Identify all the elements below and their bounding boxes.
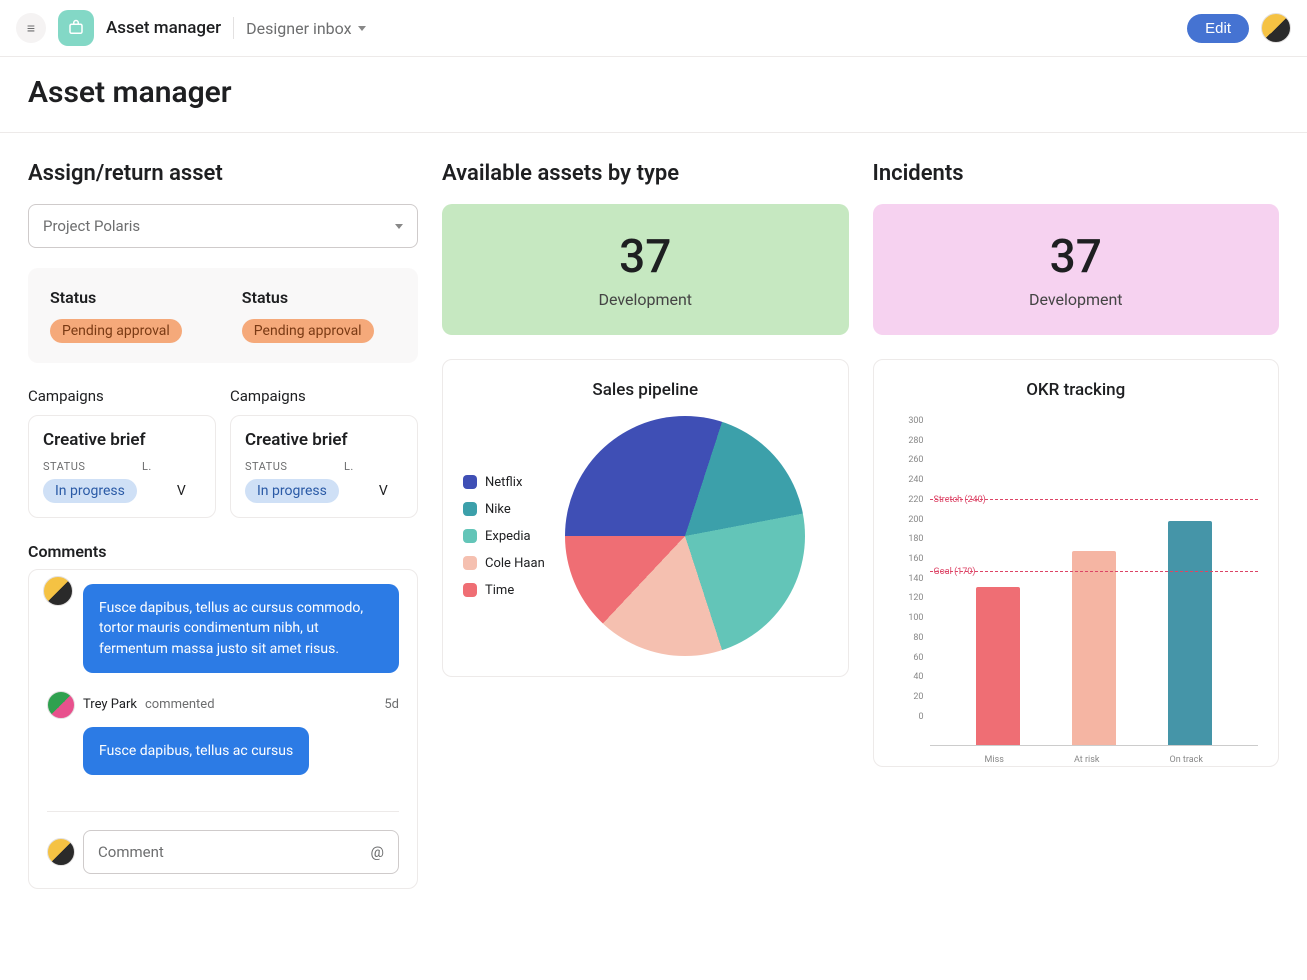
incidents-count: 37	[883, 230, 1270, 284]
incidents-title: Incidents	[873, 161, 1280, 186]
comment-header: Trey Park commented 5d	[47, 691, 399, 719]
pie-chart	[565, 416, 805, 656]
commenter-avatar	[47, 691, 75, 719]
comments-title: Comments	[28, 542, 418, 561]
comment-bubble: Fusce dapibus, tellus ac cursus	[83, 727, 309, 775]
incidents-sub: Development	[883, 290, 1270, 309]
legend-label: Expedia	[485, 529, 531, 544]
assets-sub: Development	[452, 290, 839, 309]
project-select[interactable]: Project Polaris	[28, 204, 418, 248]
column-left: Assign/return asset Project Polaris Stat…	[28, 161, 418, 889]
divider	[47, 811, 399, 812]
stretch-line: Stretch (240)	[930, 499, 1259, 500]
page-title: Asset manager	[28, 75, 1279, 110]
current-user-avatar	[47, 838, 75, 866]
page-title-bar: Asset manager	[0, 57, 1307, 133]
comments-box: Fusce dapibus, tellus ac cursus commodo,…	[28, 569, 418, 889]
campaigns-row: Campaigns Creative brief STATUS L. In pr…	[28, 387, 418, 518]
pie-legend: Netflix Nike Expedia Cole Haan Time	[463, 475, 545, 598]
legend-label: Netflix	[485, 475, 522, 490]
inbox-label: Designer inbox	[246, 19, 351, 38]
comment-input-row: Comment @	[47, 830, 399, 874]
legend-item: Expedia	[463, 529, 545, 544]
legend-item: Netflix	[463, 475, 545, 490]
status-label: Status	[242, 288, 374, 307]
edit-button[interactable]: Edit	[1187, 14, 1249, 43]
brief-l-value: V	[379, 483, 388, 499]
goal-line: Goal (170)	[930, 571, 1259, 572]
pie-chart-title: Sales pipeline	[463, 380, 828, 400]
status-badge: Pending approval	[242, 319, 374, 343]
comment-input[interactable]: Comment @	[83, 830, 399, 874]
bar-ontrack	[1168, 521, 1212, 745]
brief-status-header: STATUS	[43, 460, 102, 473]
brief-title: Creative brief	[43, 430, 201, 450]
app-title: Asset manager	[106, 18, 221, 38]
divider	[233, 17, 234, 39]
pie-chart-card: Sales pipeline Netflix Nike Expedia Cole…	[442, 359, 849, 677]
user-avatar[interactable]	[1261, 13, 1291, 43]
mention-icon[interactable]: @	[371, 843, 384, 861]
project-select-value: Project Polaris	[43, 217, 140, 235]
column-mid: Available assets by type 37 Development …	[442, 161, 849, 677]
campaigns-label: Campaigns	[28, 387, 216, 405]
bar-chart-title: OKR tracking	[894, 380, 1259, 400]
assets-title: Available assets by type	[442, 161, 849, 186]
commenter-avatar	[43, 576, 73, 606]
legend-label: Cole Haan	[485, 556, 545, 571]
chevron-down-icon	[395, 224, 403, 229]
status-badge: Pending approval	[50, 319, 182, 343]
column-right: Incidents 37 Development OKR tracking 30…	[873, 161, 1280, 767]
bar-atrisk	[1072, 551, 1116, 745]
bar-miss	[976, 587, 1020, 745]
bar-chart-card: OKR tracking 300280260240220200180160140…	[873, 359, 1280, 767]
chevron-down-icon	[358, 26, 366, 31]
assign-title: Assign/return asset	[28, 161, 418, 186]
legend-label: Time	[485, 583, 514, 598]
brief-card[interactable]: Creative brief STATUS L. In progress V	[28, 415, 216, 518]
hamburger-icon[interactable]: ≡	[16, 13, 46, 43]
incidents-stat-card: 37 Development	[873, 204, 1280, 335]
bar-x-axis: Miss At risk On track	[930, 755, 1259, 765]
content: Assign/return asset Project Polaris Stat…	[0, 133, 1307, 917]
app-logo-icon	[58, 10, 94, 46]
bar-plot-area: Stretch (240) Goal (170) Miss At risk On…	[930, 416, 1259, 746]
legend-item: Nike	[463, 502, 545, 517]
x-label: At risk	[1074, 755, 1099, 765]
stretch-label: Stretch (240)	[934, 495, 986, 505]
assets-count: 37	[452, 230, 839, 284]
brief-l-value: V	[177, 483, 186, 499]
inbox-dropdown[interactable]: Designer inbox	[246, 19, 365, 38]
x-label: Miss	[985, 755, 1004, 765]
brief-card[interactable]: Creative brief STATUS L. In progress V	[230, 415, 418, 518]
bar-chart: 3002802602402202001801601401201008060402…	[894, 416, 1259, 746]
comments-section: Comments Fusce dapibus, tellus ac cursus…	[28, 542, 418, 889]
campaigns-label: Campaigns	[230, 387, 418, 405]
legend-item: Time	[463, 583, 545, 598]
bar-y-axis: 3002802602402202001801601401201008060402…	[894, 416, 924, 722]
brief-l-header: L.	[142, 460, 201, 473]
brief-l-header: L.	[344, 460, 403, 473]
legend-item: Cole Haan	[463, 556, 545, 571]
status-card: Status Pending approval Status Pending a…	[28, 268, 418, 363]
legend-label: Nike	[485, 502, 511, 517]
comment-bubble: Fusce dapibus, tellus ac cursus commodo,…	[83, 584, 399, 673]
commenter-name: Trey Park	[83, 697, 137, 712]
goal-label: Goal (170)	[934, 567, 976, 577]
comment-placeholder: Comment	[98, 843, 164, 861]
status-label: Status	[50, 288, 182, 307]
brief-status-value: In progress	[43, 479, 137, 503]
brief-status-value: In progress	[245, 479, 339, 503]
brief-status-header: STATUS	[245, 460, 304, 473]
x-label: On track	[1170, 755, 1203, 765]
assets-stat-card: 37 Development	[442, 204, 849, 335]
comment-action: commented	[145, 697, 215, 712]
brief-title: Creative brief	[245, 430, 403, 450]
topbar: ≡ Asset manager Designer inbox Edit	[0, 0, 1307, 57]
comment-timestamp: 5d	[384, 697, 399, 712]
